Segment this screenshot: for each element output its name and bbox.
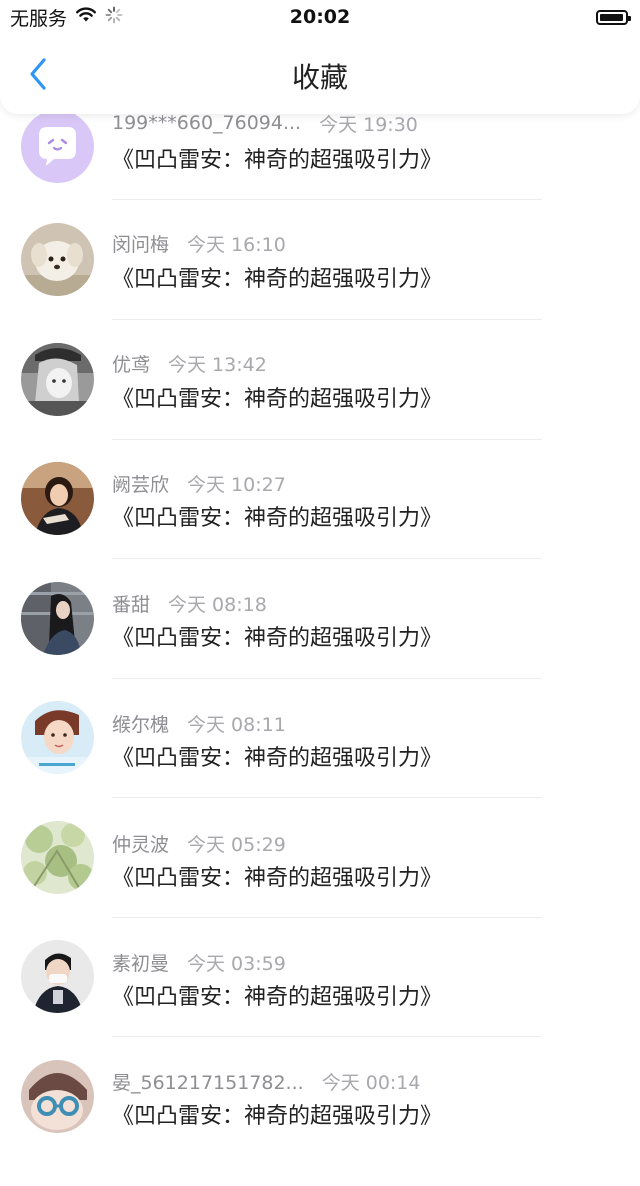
list-item[interactable]: 闵问梅 今天 16:10 《凹凸雷安：神奇的超强吸引力》 bbox=[0, 223, 640, 346]
page-title: 收藏 bbox=[291, 61, 348, 94]
list-item[interactable]: 优鸢 今天 13:42 《凹凸雷安：神奇的超强吸引力》 bbox=[0, 343, 640, 466]
item-time: 今天 03:59 bbox=[187, 952, 286, 975]
item-title: 《凹凸雷安：神奇的超强吸引力》 bbox=[112, 148, 443, 173]
item-meta: 优鸢 今天 13:42 bbox=[112, 350, 267, 376]
nav-bar: 收藏 bbox=[0, 34, 640, 114]
divider bbox=[112, 678, 542, 679]
cartoon-glasses-avatar bbox=[21, 1060, 94, 1133]
user-name: 闵问梅 bbox=[112, 233, 170, 256]
item-time: 今天 05:29 bbox=[187, 833, 286, 856]
item-meta: 晏_561217151782... 今天 00:14 bbox=[112, 1068, 420, 1094]
item-meta: 番甜 今天 08:18 bbox=[112, 590, 267, 616]
divider bbox=[112, 439, 542, 440]
item-time: 今天 16:10 bbox=[187, 233, 286, 256]
item-meta: 缑尔槐 今天 08:11 bbox=[112, 710, 286, 736]
item-meta: 阙芸欣 今天 10:27 bbox=[112, 470, 286, 496]
chat-bubble-avatar bbox=[21, 110, 94, 183]
list-item[interactable]: 番甜 今天 08:18 《凹凸雷安：神奇的超强吸引力》 bbox=[0, 582, 640, 706]
user-name: 番甜 bbox=[112, 593, 151, 616]
item-title: 《凹凸雷安：神奇的超强吸引力》 bbox=[112, 746, 443, 771]
divider bbox=[112, 917, 542, 918]
carrier-label: 无服务 bbox=[10, 7, 68, 30]
user-name: 199***660_76094... bbox=[112, 112, 302, 134]
activity-spinner-icon bbox=[105, 6, 123, 29]
item-title: 《凹凸雷安：神奇的超强吸引力》 bbox=[112, 1104, 443, 1129]
boy-photo-avatar bbox=[21, 701, 94, 774]
divider bbox=[112, 199, 542, 200]
item-meta: 素初曼 今天 03:59 bbox=[112, 949, 286, 975]
chevron-left-icon bbox=[30, 58, 46, 90]
item-meta: 仲灵波 今天 05:29 bbox=[112, 830, 286, 856]
divider bbox=[112, 558, 542, 559]
status-left: 无服务 bbox=[10, 4, 123, 31]
item-time: 今天 00:14 bbox=[321, 1071, 421, 1094]
item-time: 今天 13:42 bbox=[168, 353, 267, 376]
list-item[interactable]: 阙芸欣 今天 10:27 《凹凸雷安：神奇的超强吸引力》 bbox=[0, 462, 640, 586]
girl-photo-avatar bbox=[21, 462, 94, 535]
user-name: 缑尔槐 bbox=[112, 713, 170, 736]
anime-girl-avatar bbox=[21, 343, 94, 416]
list-item[interactable]: 199***660_76094... 今天 19:30 《凹凸雷安：神奇的超强吸… bbox=[0, 106, 640, 226]
user-name: 晏_561217151782... bbox=[112, 1071, 304, 1094]
item-title: 《凹凸雷安：神奇的超强吸引力》 bbox=[112, 866, 443, 891]
divider bbox=[112, 319, 542, 320]
boy-mask-avatar bbox=[21, 940, 94, 1013]
item-title: 《凹凸雷安：神奇的超强吸引力》 bbox=[112, 506, 443, 531]
item-title: 《凹凸雷安：神奇的超强吸引力》 bbox=[112, 267, 443, 292]
item-time: 今天 10:27 bbox=[187, 473, 286, 496]
item-title: 《凹凸雷安：神奇的超强吸引力》 bbox=[112, 985, 443, 1010]
list-item[interactable]: 仲灵波 今天 05:29 《凹凸雷安：神奇的超强吸引力》 bbox=[0, 821, 640, 946]
wifi-icon bbox=[75, 6, 97, 28]
user-name: 素初曼 bbox=[112, 952, 170, 975]
item-meta: 闵问梅 今天 16:10 bbox=[112, 230, 286, 256]
puppy-avatar bbox=[21, 223, 94, 296]
item-time: 今天 08:18 bbox=[168, 593, 267, 616]
nature-avatar bbox=[21, 821, 94, 894]
list-item[interactable]: 晏_561217151782... 今天 00:14 《凹凸雷安：神奇的超强吸引… bbox=[0, 1060, 640, 1186]
item-title: 《凹凸雷安：神奇的超强吸引力》 bbox=[112, 387, 443, 412]
back-button[interactable] bbox=[18, 54, 58, 94]
girl-long-hair-avatar bbox=[21, 582, 94, 655]
user-name: 阙芸欣 bbox=[112, 473, 170, 496]
divider bbox=[112, 1036, 542, 1037]
user-name: 优鸢 bbox=[112, 353, 151, 376]
item-title: 《凹凸雷安：神奇的超强吸引力》 bbox=[112, 626, 443, 651]
status-bar: 无服务 20:02 bbox=[0, 0, 640, 34]
battery-level bbox=[600, 13, 623, 21]
battery-icon bbox=[596, 9, 631, 25]
list-item[interactable]: 缑尔槐 今天 08:11 《凹凸雷安：神奇的超强吸引力》 bbox=[0, 701, 640, 826]
divider bbox=[112, 797, 542, 798]
list-item[interactable]: 素初曼 今天 03:59 《凹凸雷安：神奇的超强吸引力》 bbox=[0, 940, 640, 1066]
user-name: 仲灵波 bbox=[112, 833, 170, 856]
item-time: 今天 08:11 bbox=[187, 713, 286, 736]
